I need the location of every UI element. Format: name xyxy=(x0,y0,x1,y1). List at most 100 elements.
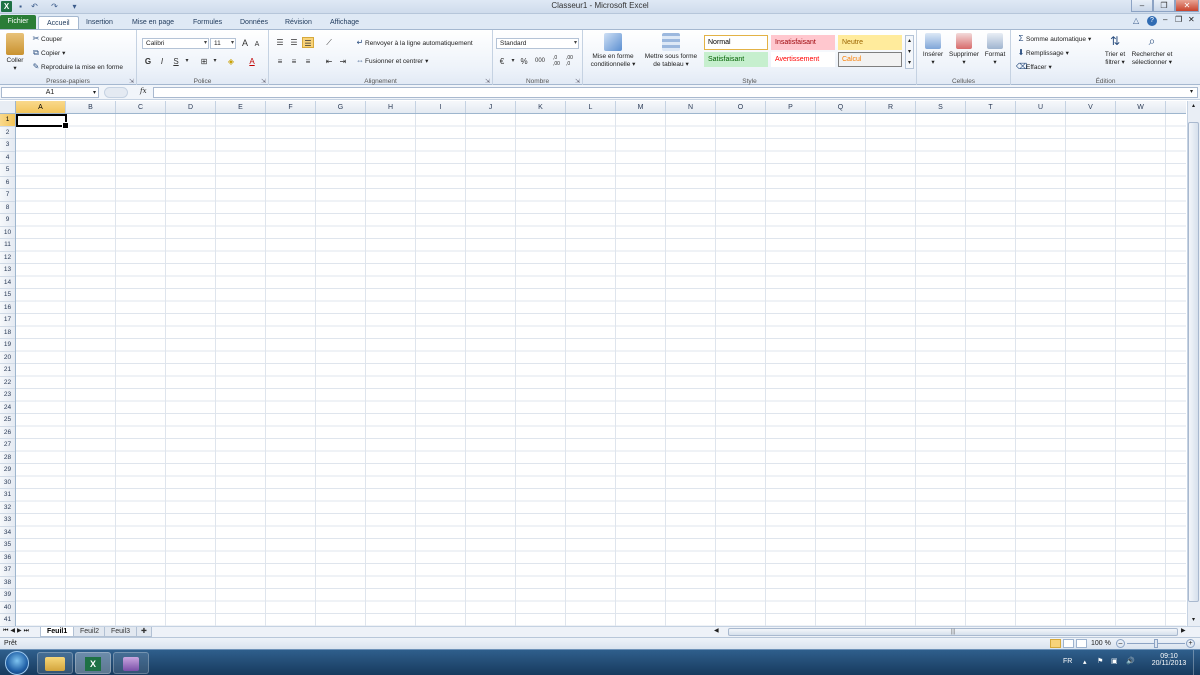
shrink-font-button[interactable]: A xyxy=(251,39,263,50)
row-header-24[interactable]: 24 xyxy=(0,402,15,414)
column-header-d[interactable]: D xyxy=(166,101,216,113)
column-header-l[interactable]: L xyxy=(566,101,616,113)
scroll-up-icon[interactable]: ▴ xyxy=(1188,102,1199,110)
cell-grid[interactable] xyxy=(16,114,1186,626)
row-header-36[interactable]: 36 xyxy=(0,552,15,564)
minimize-ribbon-icon[interactable]: △ xyxy=(1133,16,1139,25)
row-header-29[interactable]: 29 xyxy=(0,464,15,477)
column-header-h[interactable]: H xyxy=(366,101,416,113)
font-name-select[interactable]: Calibri ▾ xyxy=(142,38,209,49)
tab-home[interactable]: Accueil xyxy=(38,16,79,29)
row-header-7[interactable]: 7 xyxy=(0,189,15,202)
autosum-button[interactable]: Σ Somme automatique ▾ xyxy=(1016,34,1092,44)
column-header-s[interactable]: S xyxy=(916,101,966,113)
insert-cells-button[interactable]: Insérer ▾ xyxy=(919,33,947,67)
delete-cells-button[interactable]: Supprimer ▾ xyxy=(947,33,981,67)
row-header-12[interactable]: 12 xyxy=(0,252,15,264)
column-header-f[interactable]: F xyxy=(266,101,316,113)
minimize-button[interactable]: – xyxy=(1131,0,1153,12)
row-header-18[interactable]: 18 xyxy=(0,327,15,339)
percent-button[interactable]: % xyxy=(518,56,530,67)
merge-center-button[interactable]: ⇔ Fusionner et centrer ▾ xyxy=(355,56,428,66)
column-header-c[interactable]: C xyxy=(116,101,166,113)
paste-button[interactable]: Coller ▾ xyxy=(3,33,27,73)
align-left-icon[interactable]: ≡ xyxy=(274,56,286,67)
conditional-format-button[interactable]: Mise en forme conditionnelle ▾ xyxy=(585,33,641,69)
decrease-indent-icon[interactable]: ⇤ xyxy=(323,56,335,67)
scroll-left-icon[interactable]: ◀ xyxy=(714,627,719,634)
language-indicator[interactable]: FR xyxy=(1063,658,1072,665)
sheet-nav-icons[interactable]: ⏮◀▶⏭ xyxy=(3,627,31,635)
column-header-n[interactable]: N xyxy=(666,101,716,113)
row-header-25[interactable]: 25 xyxy=(0,414,15,427)
format-as-table-button[interactable]: Mettre sous forme de tableau ▾ xyxy=(639,33,703,69)
normal-view-icon[interactable] xyxy=(1050,639,1061,648)
column-header-j[interactable]: J xyxy=(466,101,516,113)
page-layout-view-icon[interactable] xyxy=(1063,639,1074,648)
tab-review[interactable]: Révision xyxy=(277,16,320,29)
row-header-38[interactable]: 38 xyxy=(0,577,15,589)
bold-button[interactable]: G xyxy=(142,56,154,67)
style-good[interactable]: Satisfaisant xyxy=(704,52,768,67)
fill-button[interactable]: ⬇ Remplissage ▾ xyxy=(1016,48,1069,58)
page-break-view-icon[interactable] xyxy=(1076,639,1087,648)
tab-insert[interactable]: Insertion xyxy=(78,16,121,29)
style-normal[interactable]: Normal xyxy=(704,35,768,50)
dialog-launcher-icon[interactable]: ⇲ xyxy=(129,78,134,85)
fill-color-icon[interactable]: ◈ xyxy=(225,56,237,67)
horizontal-scroll-thumb[interactable]: ||| xyxy=(728,628,1178,636)
wrap-text-button[interactable]: ↵ Renvoyer à la ligne automatiquement xyxy=(355,38,473,48)
dialog-launcher-icon[interactable]: ⇲ xyxy=(575,78,580,85)
find-select-button[interactable]: ⌕ Rechercher et sélectionner ▾ xyxy=(1129,33,1175,67)
show-hidden-icons[interactable]: ▴ xyxy=(1083,658,1087,666)
row-header-35[interactable]: 35 xyxy=(0,539,15,552)
style-calculation[interactable]: Calcul xyxy=(838,52,902,67)
row-header-21[interactable]: 21 xyxy=(0,364,15,377)
app-taskbar-icon[interactable] xyxy=(113,652,149,674)
row-header-17[interactable]: 17 xyxy=(0,314,15,327)
thousands-button[interactable]: 000 xyxy=(532,56,548,67)
sheet-tab-2[interactable]: Feuil2 xyxy=(73,627,107,637)
excel-taskbar-icon[interactable]: X xyxy=(75,652,111,674)
formula-input[interactable] xyxy=(153,87,1198,98)
zoom-out-button[interactable]: – xyxy=(1116,639,1125,648)
font-size-select[interactable]: 11 ▾ xyxy=(210,38,236,49)
zoom-in-button[interactable]: + xyxy=(1186,639,1195,648)
column-header-m[interactable]: M xyxy=(616,101,666,113)
show-desktop-button[interactable] xyxy=(1193,650,1200,675)
row-header-28[interactable]: 28 xyxy=(0,452,15,464)
italic-button[interactable]: I xyxy=(156,56,168,67)
help-icon[interactable]: ? xyxy=(1147,16,1157,26)
column-header-k[interactable]: K xyxy=(516,101,566,113)
format-painter-button[interactable]: ✎ Reproduire la mise en forme xyxy=(31,62,123,72)
column-header-r[interactable]: R xyxy=(866,101,916,113)
row-header-14[interactable]: 14 xyxy=(0,277,15,289)
start-button[interactable] xyxy=(5,651,29,675)
restore-button[interactable]: ❐ xyxy=(1153,0,1175,12)
column-header-v[interactable]: V xyxy=(1066,101,1116,113)
row-header-15[interactable]: 15 xyxy=(0,289,15,302)
network-icon[interactable]: ▣ xyxy=(1111,657,1118,665)
row-header-31[interactable]: 31 xyxy=(0,489,15,502)
grow-font-button[interactable]: A xyxy=(239,38,251,49)
clock[interactable]: 09:10 20/11/2013 xyxy=(1150,653,1188,667)
column-header-p[interactable]: P xyxy=(766,101,816,113)
row-header-34[interactable]: 34 xyxy=(0,527,15,539)
tab-view[interactable]: Affichage xyxy=(322,16,367,29)
expand-formula-icon[interactable]: ▾ xyxy=(1190,88,1193,95)
style-neutral[interactable]: Neutre xyxy=(838,35,902,50)
row-header-8[interactable]: 8 xyxy=(0,202,15,214)
volume-icon[interactable]: 🔊 xyxy=(1126,657,1135,665)
row-header-3[interactable]: 3 xyxy=(0,139,15,152)
increase-indent-icon[interactable]: ⇥ xyxy=(337,56,349,67)
column-header-q[interactable]: Q xyxy=(816,101,866,113)
number-format-select[interactable]: Standard ▾ xyxy=(496,38,579,49)
sort-filter-button[interactable]: ⇅ Trier et filtrer ▾ xyxy=(1101,33,1129,67)
style-bad[interactable]: Insatisfaisant xyxy=(771,35,835,50)
column-header-b[interactable]: B xyxy=(66,101,116,113)
column-header-g[interactable]: G xyxy=(316,101,366,113)
column-header-u[interactable]: U xyxy=(1016,101,1066,113)
row-header-5[interactable]: 5 xyxy=(0,164,15,177)
tab-page-layout[interactable]: Mise en page xyxy=(124,16,182,29)
align-top-icon[interactable]: ☰ xyxy=(274,37,286,48)
